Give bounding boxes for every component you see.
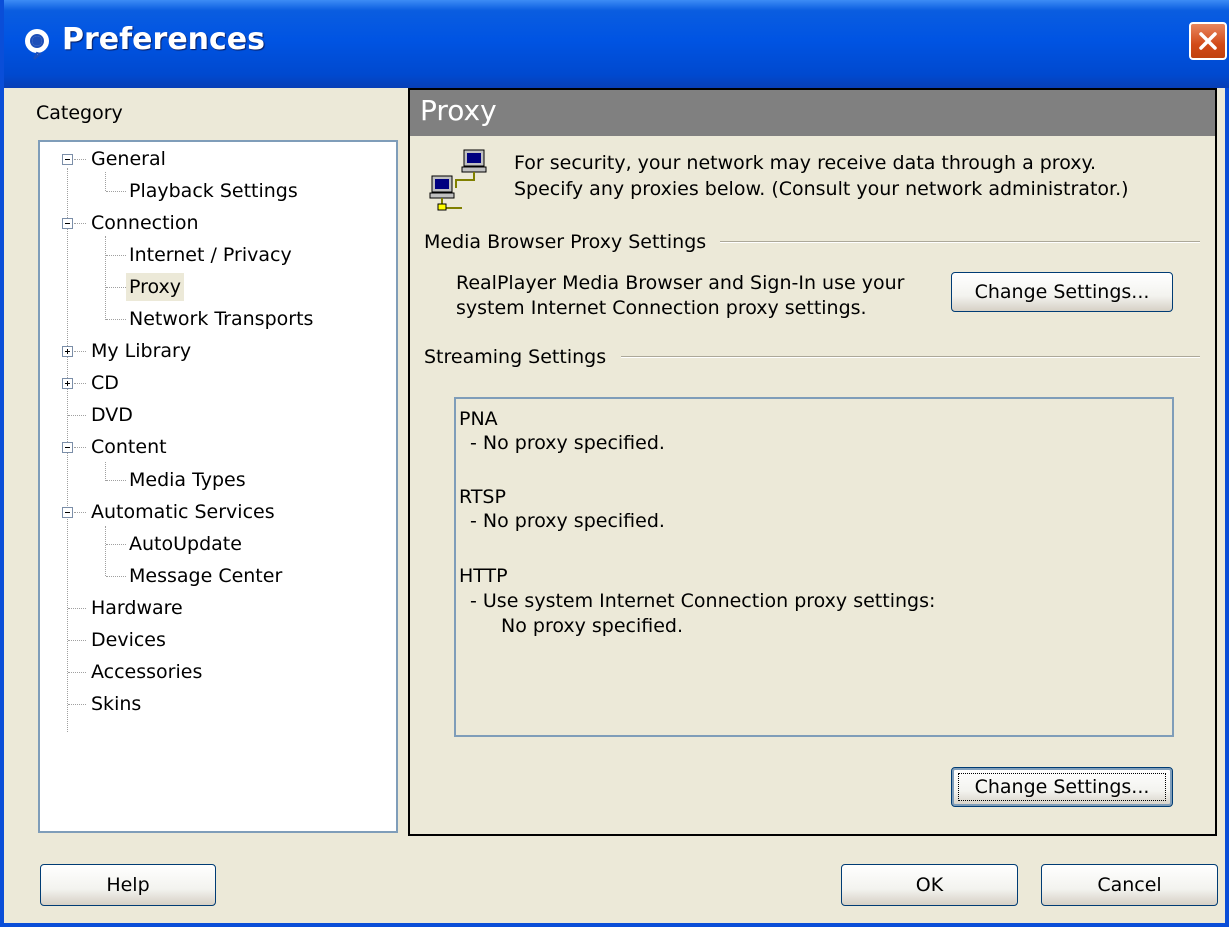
tree-item-dvd[interactable]: DVD [88, 401, 136, 429]
media-browser-group-label: Media Browser Proxy Settings [424, 231, 707, 253]
collapse-icon[interactable] [62, 507, 73, 518]
http-detail: - Use system Internet Connection proxy s… [470, 590, 936, 612]
tree-connector-line [74, 447, 86, 448]
network-computers-icon [429, 149, 487, 211]
tree-item-cd[interactable]: CD [88, 369, 122, 397]
tree-connector-line [106, 480, 126, 481]
tree-item-devices[interactable]: Devices [88, 626, 169, 654]
tree-connector-line [68, 415, 86, 416]
button-label: Help [106, 874, 150, 896]
panel-title: Proxy [420, 94, 497, 127]
category-tree[interactable]: General Playback Settings Connection Int… [38, 140, 398, 833]
close-button[interactable] [1189, 22, 1227, 60]
tree-connector-line [105, 526, 106, 576]
tree-connector-line [106, 191, 126, 192]
tree-item-accessories[interactable]: Accessories [88, 658, 205, 686]
preferences-window: Preferences Category General Playback Se… [0, 0, 1229, 927]
tree-item-proxy[interactable]: Proxy [126, 273, 185, 301]
media-browser-change-settings-button[interactable]: Change Settings... [951, 272, 1173, 312]
tree-connector-line [68, 640, 86, 641]
pna-detail: - No proxy specified. [470, 432, 665, 454]
tree-connector-line [106, 544, 126, 545]
intro-line-2: Specify any proxies below. (Consult your… [514, 178, 1129, 200]
tree-connector-line [74, 351, 86, 352]
rtsp-title: RTSP [459, 486, 506, 508]
group-separator [621, 356, 1200, 358]
tree-connector-line [106, 576, 126, 577]
rtsp-detail: - No proxy specified. [470, 510, 665, 532]
cancel-button[interactable]: Cancel [1041, 864, 1218, 906]
pna-title: PNA [459, 408, 498, 430]
http-detail-2: No proxy specified. [501, 615, 684, 637]
group-separator [720, 241, 1200, 243]
tree-item-playback-settings[interactable]: Playback Settings [126, 177, 301, 205]
tree-connector-line [74, 223, 86, 224]
collapse-icon[interactable] [62, 442, 73, 453]
media-browser-text-2: system Internet Connection proxy setting… [456, 297, 867, 319]
tree-item-hardware[interactable]: Hardware [88, 594, 186, 622]
streaming-group-label: Streaming Settings [424, 346, 607, 368]
panel-header: Proxy [410, 90, 1215, 136]
button-label: Cancel [1097, 874, 1162, 896]
tree-connector-line [106, 287, 126, 288]
tree-connector-line [105, 172, 106, 191]
tree-item-network-transports[interactable]: Network Transports [126, 305, 316, 333]
expand-icon[interactable] [62, 346, 73, 357]
tree-item-media-types[interactable]: Media Types [126, 466, 249, 494]
tree-connector-line [68, 608, 86, 609]
tree-connector-line [105, 236, 106, 320]
close-icon [1199, 32, 1217, 50]
media-browser-text-1: RealPlayer Media Browser and Sign-In use… [456, 272, 905, 294]
tree-connector-line [68, 704, 86, 705]
tree-connector-line [106, 319, 126, 320]
tree-item-skins[interactable]: Skins [88, 690, 144, 718]
focus-rectangle [958, 773, 1166, 801]
tree-connector-line [74, 512, 86, 513]
tree-connector-line [74, 383, 86, 384]
tree-connector-line [106, 255, 126, 256]
tree-item-automatic-services[interactable]: Automatic Services [88, 498, 278, 526]
tree-item-content[interactable]: Content [88, 433, 170, 461]
realplayer-icon [25, 29, 49, 60]
button-label: OK [915, 874, 944, 896]
http-title: HTTP [459, 565, 508, 587]
ok-button[interactable]: OK [841, 864, 1018, 906]
tree-item-autoupdate[interactable]: AutoUpdate [126, 530, 245, 558]
window-title: Preferences [62, 22, 266, 57]
tree-item-message-center[interactable]: Message Center [126, 562, 285, 590]
expand-icon[interactable] [62, 378, 73, 389]
streaming-change-settings-button[interactable]: Change Settings... [951, 767, 1173, 807]
tree-item-my-library[interactable]: My Library [88, 337, 194, 365]
tree-connector-line [105, 462, 106, 481]
tree-item-general[interactable]: General [88, 145, 169, 173]
collapse-icon[interactable] [62, 218, 73, 229]
help-button[interactable]: Help [40, 864, 216, 906]
category-label: Category [36, 102, 123, 124]
tree-item-connection[interactable]: Connection [88, 209, 202, 237]
collapse-icon[interactable] [62, 154, 73, 165]
intro-line-1: For security, your network may receive d… [514, 152, 1097, 174]
button-label: Change Settings... [974, 281, 1150, 303]
tree-connector-line [68, 672, 86, 673]
title-bar[interactable]: Preferences [4, 0, 1229, 88]
tree-connector-line [74, 159, 86, 160]
tree-item-internet-privacy[interactable]: Internet / Privacy [126, 241, 295, 269]
